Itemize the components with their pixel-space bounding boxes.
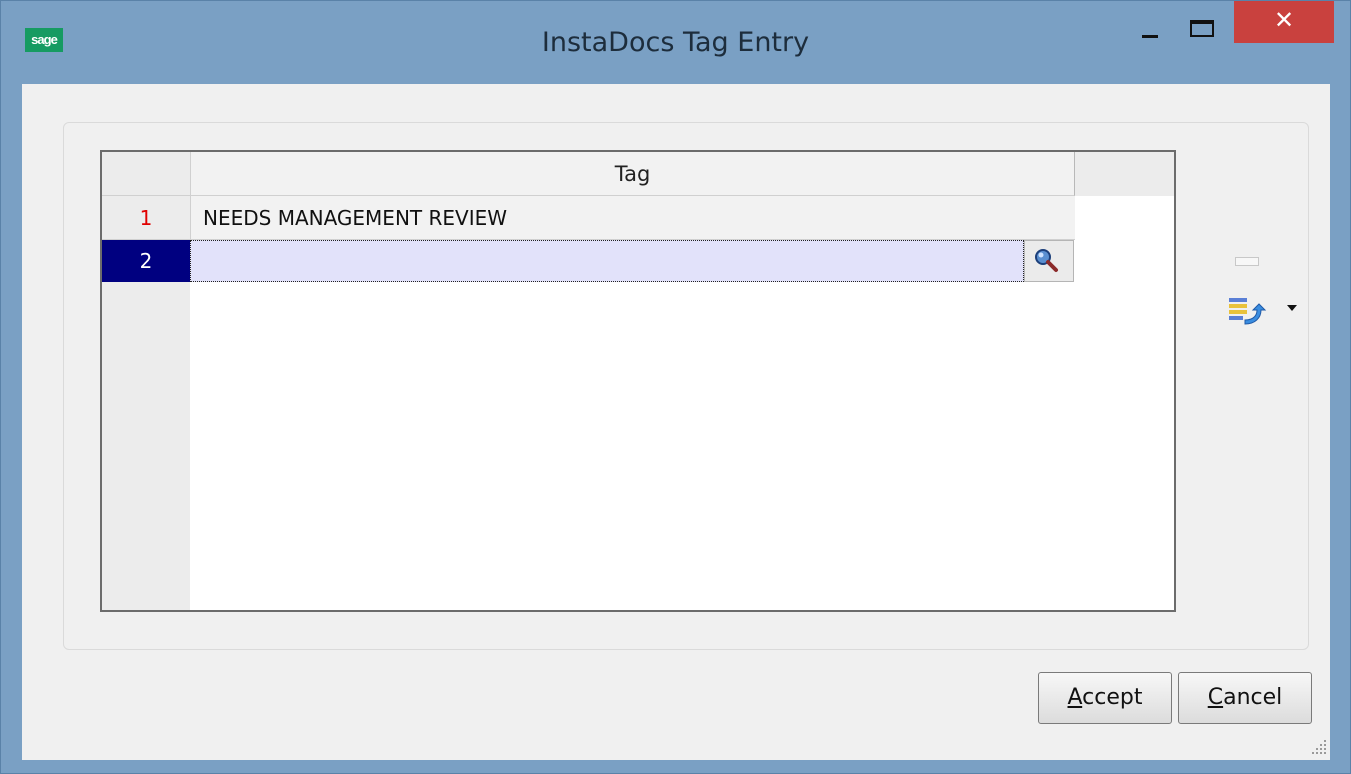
close-button[interactable]: ✕: [1234, 1, 1334, 43]
maximize-button[interactable]: [1176, 1, 1228, 43]
minimize-icon: [1142, 35, 1158, 38]
tag-cell-row-2-editing[interactable]: [190, 240, 1024, 282]
tag-cell-row-1[interactable]: NEEDS MANAGEMENT REVIEW: [190, 196, 1075, 240]
accept-button[interactable]: Accept: [1038, 672, 1172, 724]
grid-header-filler: [1075, 152, 1174, 196]
resize-grip-icon[interactable]: [1310, 738, 1328, 756]
close-icon: ✕: [1273, 7, 1295, 34]
blank-button-icon: [1235, 257, 1259, 266]
list-options-dropdown-button[interactable]: [1227, 294, 1297, 328]
cancel-accelerator: C: [1207, 685, 1224, 710]
magnifier-key-icon: [1035, 249, 1058, 272]
caret-down-icon: [1287, 305, 1297, 311]
row-number-2-selected[interactable]: 2: [102, 240, 190, 282]
accept-label-rest: ccept: [1082, 685, 1143, 710]
cancel-label-rest: ancel: [1223, 685, 1283, 710]
row-number-1[interactable]: 1: [102, 196, 190, 240]
list-swap-icon: [1229, 298, 1267, 325]
tag-grid[interactable]: Tag 1 NEEDS MANAGEMENT REVIEW 2: [100, 150, 1176, 612]
tag-lookup-button[interactable]: [1024, 240, 1074, 282]
title-bar[interactable]: sage InstaDocs Tag Entry ✕: [1, 1, 1350, 85]
grid-corner-cell[interactable]: [102, 152, 190, 196]
accept-accelerator: A: [1067, 685, 1083, 710]
cancel-button[interactable]: Cancel: [1178, 672, 1312, 724]
dialog-client-area: Tag 1 NEEDS MANAGEMENT REVIEW 2: [22, 84, 1330, 760]
minimize-button[interactable]: [1124, 1, 1174, 43]
maximize-icon: [1190, 20, 1214, 37]
column-header-tag[interactable]: Tag: [190, 152, 1075, 196]
side-toolbar-button-1[interactable]: [1225, 249, 1259, 271]
